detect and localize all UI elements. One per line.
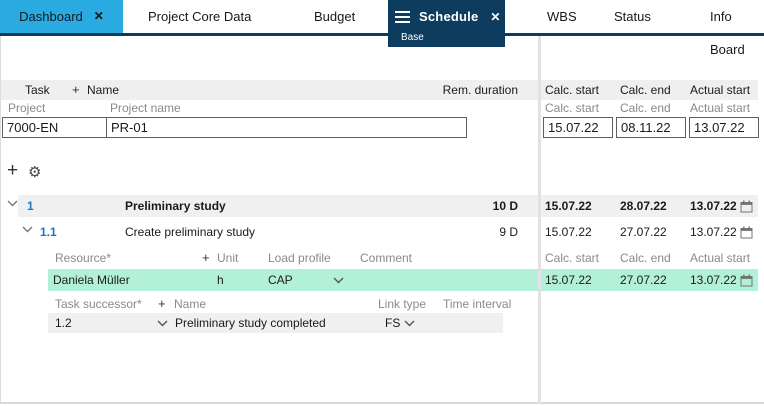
tab-schedule-sublabel: Base bbox=[401, 32, 424, 43]
column-header-rem-duration: Rem. duration bbox=[443, 80, 518, 100]
resource-calc-start-header: Calc. start bbox=[545, 248, 599, 268]
task-rem-duration: 10 D bbox=[493, 195, 518, 217]
tab-project-core-data[interactable]: Project Core Data bbox=[148, 0, 251, 33]
project-calc-start-input[interactable]: 15.07.22 bbox=[543, 117, 613, 138]
project-name-label: Project name bbox=[110, 99, 181, 117]
resource-load-profile[interactable]: CAP bbox=[268, 269, 293, 291]
successor-id[interactable]: 1.2 bbox=[55, 313, 72, 333]
tab-project-core-data-label: Project Core Data bbox=[148, 9, 251, 24]
task-id: 1.1 bbox=[40, 221, 57, 243]
calendar-icon[interactable] bbox=[740, 200, 753, 213]
task-calc-end: 27.07.22 bbox=[620, 221, 667, 243]
comment-column-header: Comment bbox=[360, 248, 412, 268]
project-actual-start-label: Actual start bbox=[690, 99, 750, 117]
tab-wbs-label: WBS bbox=[547, 9, 577, 24]
project-actual-start-input[interactable]: 13.07.22 bbox=[689, 117, 759, 138]
plus-icon[interactable]: + bbox=[202, 248, 210, 268]
column-header-calc-start: Calc. start bbox=[545, 80, 599, 100]
time-interval-header: Time interval bbox=[443, 295, 511, 313]
resource-column-header: Resource* bbox=[55, 248, 111, 268]
task-actual-start: 13.07.22 bbox=[690, 195, 737, 217]
tab-dashboard-label: Dashboard bbox=[19, 0, 83, 33]
tab-schedule[interactable]: Schedule ✕ Base bbox=[388, 0, 505, 47]
chevron-down-icon[interactable] bbox=[157, 320, 168, 327]
project-calc-start-label: Calc. start bbox=[545, 99, 599, 117]
project-calc-end-input[interactable]: 08.11.22 bbox=[616, 117, 686, 138]
chevron-down-icon[interactable] bbox=[22, 226, 33, 233]
task-id: 1 bbox=[27, 195, 34, 217]
hamburger-menu-icon[interactable] bbox=[395, 11, 410, 23]
successor-name[interactable]: Preliminary study completed bbox=[175, 313, 326, 333]
tab-info-board[interactable]: Info Board bbox=[710, 0, 764, 33]
task-row[interactable] bbox=[18, 195, 538, 217]
project-task-label: Project bbox=[8, 99, 45, 117]
add-task-icon[interactable]: + bbox=[7, 160, 18, 182]
resource-actual-start: 13.07.22 bbox=[690, 269, 737, 291]
tab-bar: Dashboard ✕ Project Core Data Budget WBS… bbox=[0, 0, 764, 33]
tab-status-label: Status bbox=[614, 9, 651, 24]
plus-icon[interactable]: + bbox=[158, 295, 166, 313]
successor-link-type[interactable]: FS bbox=[385, 313, 400, 333]
tab-dashboard[interactable]: Dashboard ✕ bbox=[0, 0, 123, 33]
load-profile-column-header: Load profile bbox=[268, 248, 331, 268]
gear-icon[interactable]: ⚙ bbox=[28, 163, 41, 181]
chevron-down-icon[interactable] bbox=[404, 320, 415, 327]
plus-icon[interactable]: + bbox=[72, 80, 80, 100]
close-icon[interactable]: ✕ bbox=[490, 10, 500, 24]
resource-actual-start-header: Actual start bbox=[690, 248, 750, 268]
project-id-name-input-group: 7000-EN PR-01 bbox=[2, 117, 467, 138]
task-name[interactable]: Preliminary study bbox=[125, 195, 226, 217]
task-name[interactable]: Create preliminary study bbox=[125, 221, 255, 243]
successor-name-header: Name bbox=[174, 295, 206, 313]
chevron-down-icon[interactable] bbox=[7, 200, 18, 207]
tab-budget[interactable]: Budget bbox=[314, 0, 355, 33]
resource-name[interactable]: Daniela Müller bbox=[53, 269, 130, 291]
task-calc-start: 15.07.22 bbox=[545, 221, 592, 243]
calendar-icon[interactable] bbox=[740, 274, 753, 287]
chevron-down-icon[interactable] bbox=[333, 277, 344, 284]
resource-calc-end-header: Calc. end bbox=[620, 248, 671, 268]
schedule-app-window: Dashboard ✕ Project Core Data Budget WBS… bbox=[0, 0, 764, 406]
close-icon[interactable]: ✕ bbox=[94, 0, 104, 33]
calendar-icon[interactable] bbox=[740, 226, 753, 239]
column-header-task: Task bbox=[25, 80, 50, 100]
task-actual-start: 13.07.22 bbox=[690, 221, 737, 243]
resource-calc-end: 27.07.22 bbox=[620, 269, 667, 291]
resource-calc-start: 15.07.22 bbox=[545, 269, 592, 291]
task-calc-end: 28.07.22 bbox=[620, 195, 667, 217]
project-name-input[interactable]: PR-01 bbox=[111, 118, 148, 137]
unit-column-header: Unit bbox=[217, 248, 238, 268]
tab-schedule-label: Schedule bbox=[419, 9, 478, 24]
tab-status[interactable]: Status bbox=[614, 0, 651, 33]
task-calc-start: 15.07.22 bbox=[545, 195, 592, 217]
column-header-actual-start: Actual start bbox=[690, 80, 750, 100]
link-type-header: Link type bbox=[378, 295, 426, 313]
column-header-calc-end: Calc. end bbox=[620, 80, 671, 100]
column-header-name: Name bbox=[87, 80, 119, 100]
project-id-input[interactable]: 7000-EN bbox=[3, 118, 107, 137]
resource-unit[interactable]: h bbox=[217, 269, 224, 291]
successor-column-header: Task successor* bbox=[55, 295, 142, 313]
task-rem-duration: 9 D bbox=[499, 221, 518, 243]
tab-wbs[interactable]: WBS bbox=[547, 0, 577, 33]
tab-budget-label: Budget bbox=[314, 9, 355, 24]
project-calc-end-label: Calc. end bbox=[620, 99, 671, 117]
